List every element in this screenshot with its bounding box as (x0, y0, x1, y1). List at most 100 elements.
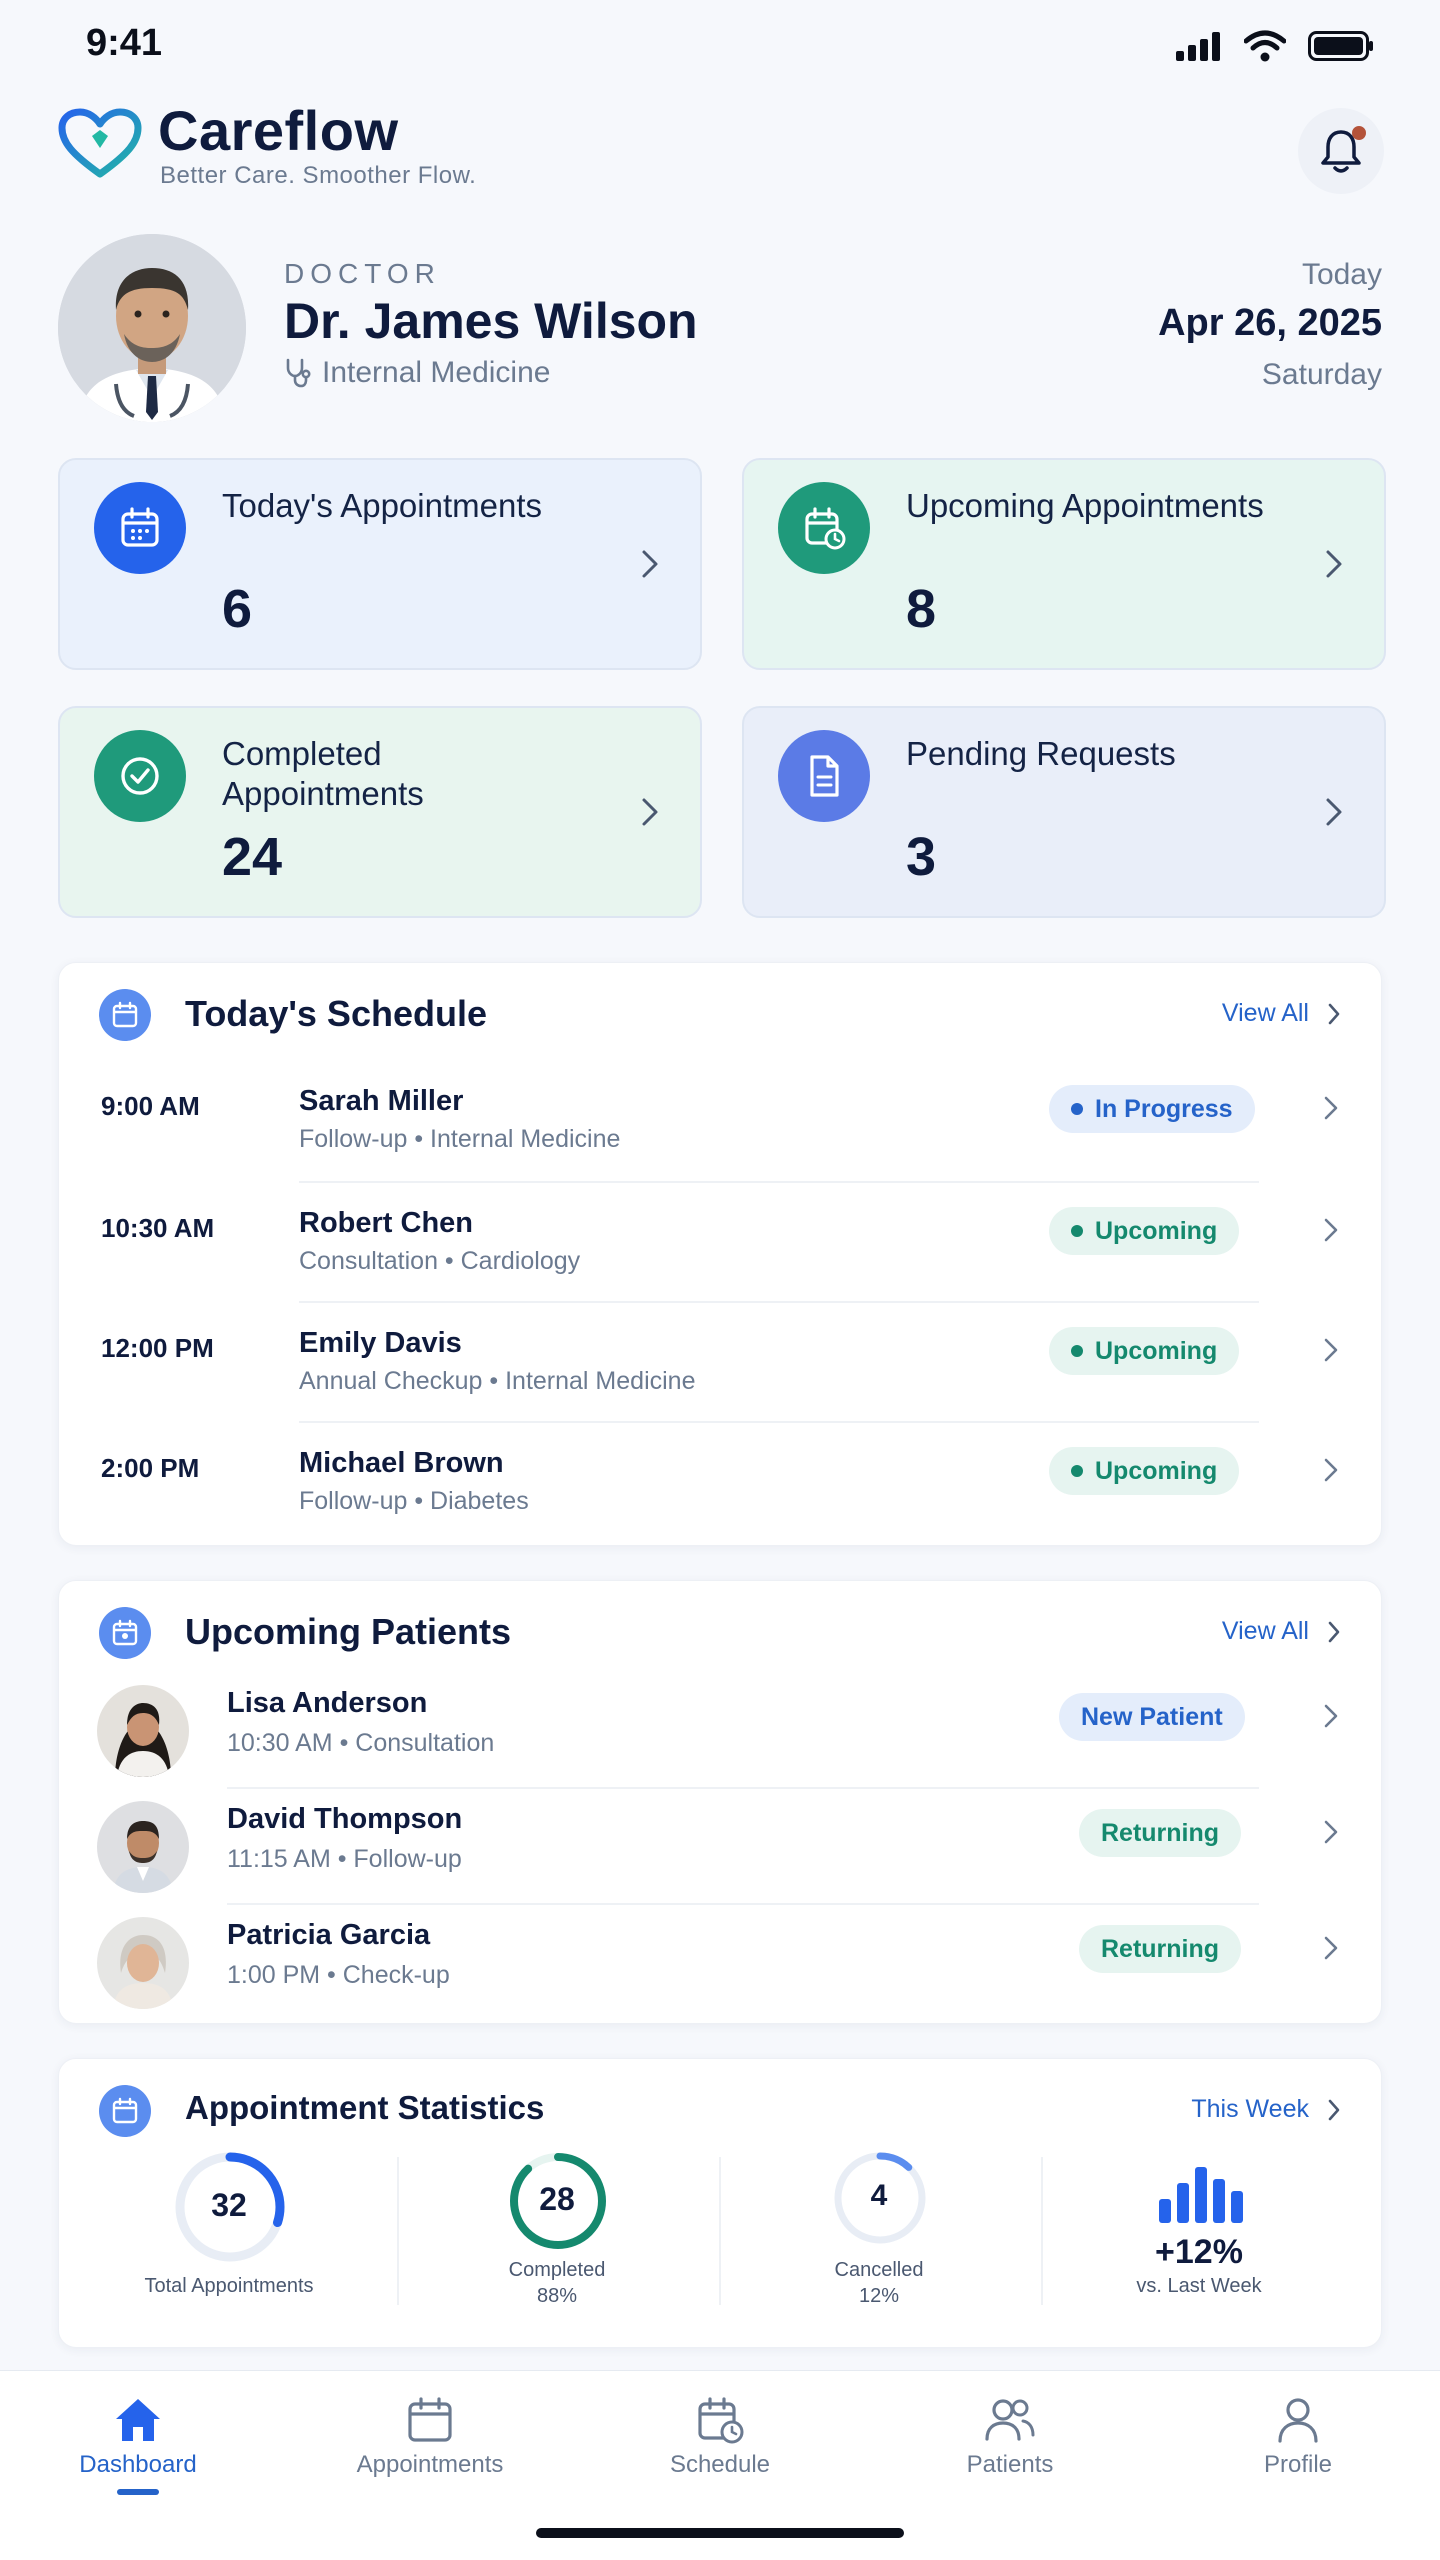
stat-card-completed-appointments[interactable]: Completed Appointments 24 (58, 706, 702, 918)
statistics-title: Appointment Statistics (185, 2089, 545, 2126)
calendar-clock-icon (698, 2397, 744, 2444)
doctor-role-label: DOCTOR (284, 258, 441, 289)
status-dot (1071, 1345, 1083, 1357)
schedule-view-all-link[interactable]: View All (1222, 999, 1341, 1028)
bar-chart-icon (1159, 2167, 1243, 2223)
schedule-row[interactable]: 2:00 PM Michael Brown Follow-up • Diabet… (59, 1435, 1383, 1545)
appointment-detail: Follow-up • Diabetes (299, 1487, 529, 1515)
stat-card-label: Today's Appointments (222, 487, 542, 524)
patient-name: Michael Brown (299, 1447, 504, 1479)
nav-dashboard[interactable]: Dashboard (38, 2395, 238, 2479)
stat-value: 4 (870, 2179, 888, 2212)
doctor-avatar[interactable] (58, 234, 246, 422)
chevron-right-icon (1328, 1621, 1340, 1642)
patient-row[interactable]: David Thompson 11:15 AM • Follow-up Retu… (59, 1797, 1383, 1913)
notifications-button[interactable] (1298, 108, 1384, 194)
row-divider (299, 1301, 1259, 1303)
row-divider (299, 1181, 1259, 1183)
stat-card-pending-requests[interactable]: Pending Requests 3 (742, 706, 1386, 918)
active-tab-indicator (117, 2489, 159, 2495)
chevron-right-icon (642, 550, 658, 578)
patient-row[interactable]: Patricia Garcia 1:00 PM • Check-up Retur… (59, 1913, 1383, 2023)
check-circle-icon (94, 730, 186, 822)
patient-avatar (97, 1685, 189, 1777)
patient-row[interactable]: Lisa Anderson 10:30 AM • Consultation Ne… (59, 1681, 1383, 1797)
status-icons (1176, 30, 1374, 62)
patient-appointment-detail: 10:30 AM • Consultation (227, 1729, 495, 1757)
chevron-right-icon (642, 798, 658, 826)
stat-card-todays-appointments[interactable]: Today's Appointments 6 (58, 458, 702, 670)
calendar-chart-icon (99, 2085, 151, 2137)
document-icon (778, 730, 870, 822)
stat-divider (719, 2157, 721, 2305)
stat-card-label: Pending Requests (906, 735, 1176, 772)
chevron-right-icon (1324, 1096, 1338, 1120)
calendar-icon (99, 989, 151, 1041)
calendar-icon (94, 482, 186, 574)
chevron-right-icon (1326, 798, 1342, 826)
stat-card-upcoming-appointments[interactable]: Upcoming Appointments 8 (742, 458, 1386, 670)
nav-label: Appointments (356, 2451, 504, 2478)
stat-card-value: 8 (906, 579, 937, 639)
patient-tag: Returning (1079, 1809, 1242, 1857)
nav-label: Dashboard (79, 2451, 197, 2478)
schedule-row[interactable]: 12:00 PM Emily Davis Annual Checkup • In… (59, 1315, 1383, 1435)
appointment-detail: Follow-up • Internal Medicine (299, 1125, 621, 1153)
stat-trend: +12% vs. Last Week (1069, 2151, 1329, 2311)
chevron-right-icon (1324, 1936, 1338, 1960)
nav-schedule[interactable]: Schedule (620, 2395, 820, 2479)
nav-appointments[interactable]: Appointments (330, 2395, 530, 2479)
appointment-statistics-panel: Appointment Statistics This Week 32 Tota… (58, 2058, 1382, 2348)
row-divider (227, 1903, 1259, 1905)
appointment-detail: Annual Checkup • Internal Medicine (299, 1367, 696, 1395)
patient-name: Lisa Anderson (227, 1687, 428, 1719)
view-all-label: View All (1221, 1617, 1309, 1645)
doctor-name: Dr. James Wilson (284, 293, 698, 349)
chevron-right-icon (1324, 1458, 1338, 1482)
patient-name: Sarah Miller (299, 1085, 464, 1117)
status-badge: Upcoming (1049, 1207, 1240, 1255)
brand-name: Careflow (158, 99, 399, 162)
appointment-time: 12:00 PM (101, 1333, 214, 1363)
patients-view-all-link[interactable]: View All (1222, 1617, 1341, 1646)
calendar-user-icon (99, 1607, 151, 1659)
signal-icon (1176, 32, 1220, 61)
stat-percent: 88% (536, 2285, 578, 2307)
nav-label: Schedule (669, 2451, 771, 2478)
stat-value: +12% (1155, 2233, 1243, 2271)
home-indicator (536, 2528, 904, 2538)
patient-tag: Returning (1079, 1925, 1242, 1973)
stat-completed: 28 Completed 88% (427, 2151, 687, 2311)
patient-tag-label: New Patient (1081, 1702, 1223, 1731)
nav-label: Patients (966, 2451, 1054, 2478)
patient-name: Emily Davis (299, 1327, 462, 1359)
statistics-period-selector[interactable]: This Week (1191, 2095, 1341, 2124)
status-dot (1071, 1103, 1083, 1115)
row-divider (299, 1421, 1259, 1423)
stat-label: Completed (508, 2259, 606, 2281)
brand-tagline: Better Care. Smoother Flow. (160, 162, 477, 189)
schedule-title: Today's Schedule (185, 993, 487, 1034)
row-divider (227, 1787, 1259, 1789)
nav-label: Profile (1263, 2451, 1333, 2478)
stat-label: Cancelled (834, 2259, 924, 2281)
stat-total-appointments: 32 Total Appointments (99, 2151, 359, 2311)
schedule-row[interactable]: 9:00 AM Sarah Miller Follow-up • Interna… (59, 1073, 1383, 1193)
status-badge: In Progress (1049, 1085, 1255, 1133)
stat-percent: 12% (858, 2285, 900, 2307)
chevron-right-icon (1328, 2099, 1340, 2120)
appointment-time: 10:30 AM (101, 1213, 215, 1243)
user-icon (1278, 2398, 1318, 2443)
chevron-right-icon (1324, 1704, 1338, 1728)
date-day: Saturday (1261, 358, 1382, 391)
patient-name: Patricia Garcia (227, 1919, 431, 1951)
schedule-row[interactable]: 10:30 AM Robert Chen Consultation • Card… (59, 1195, 1383, 1315)
nav-profile[interactable]: Profile (1198, 2395, 1398, 2479)
calendar-icon (408, 2397, 452, 2442)
notification-dot (1352, 126, 1366, 140)
stat-value: 32 (211, 2187, 247, 2223)
date-value: Apr 26, 2025 (1158, 302, 1382, 344)
stat-label: vs. Last Week (1136, 2275, 1262, 2297)
stat-card-value: 6 (222, 579, 253, 639)
nav-patients[interactable]: Patients (910, 2395, 1110, 2479)
